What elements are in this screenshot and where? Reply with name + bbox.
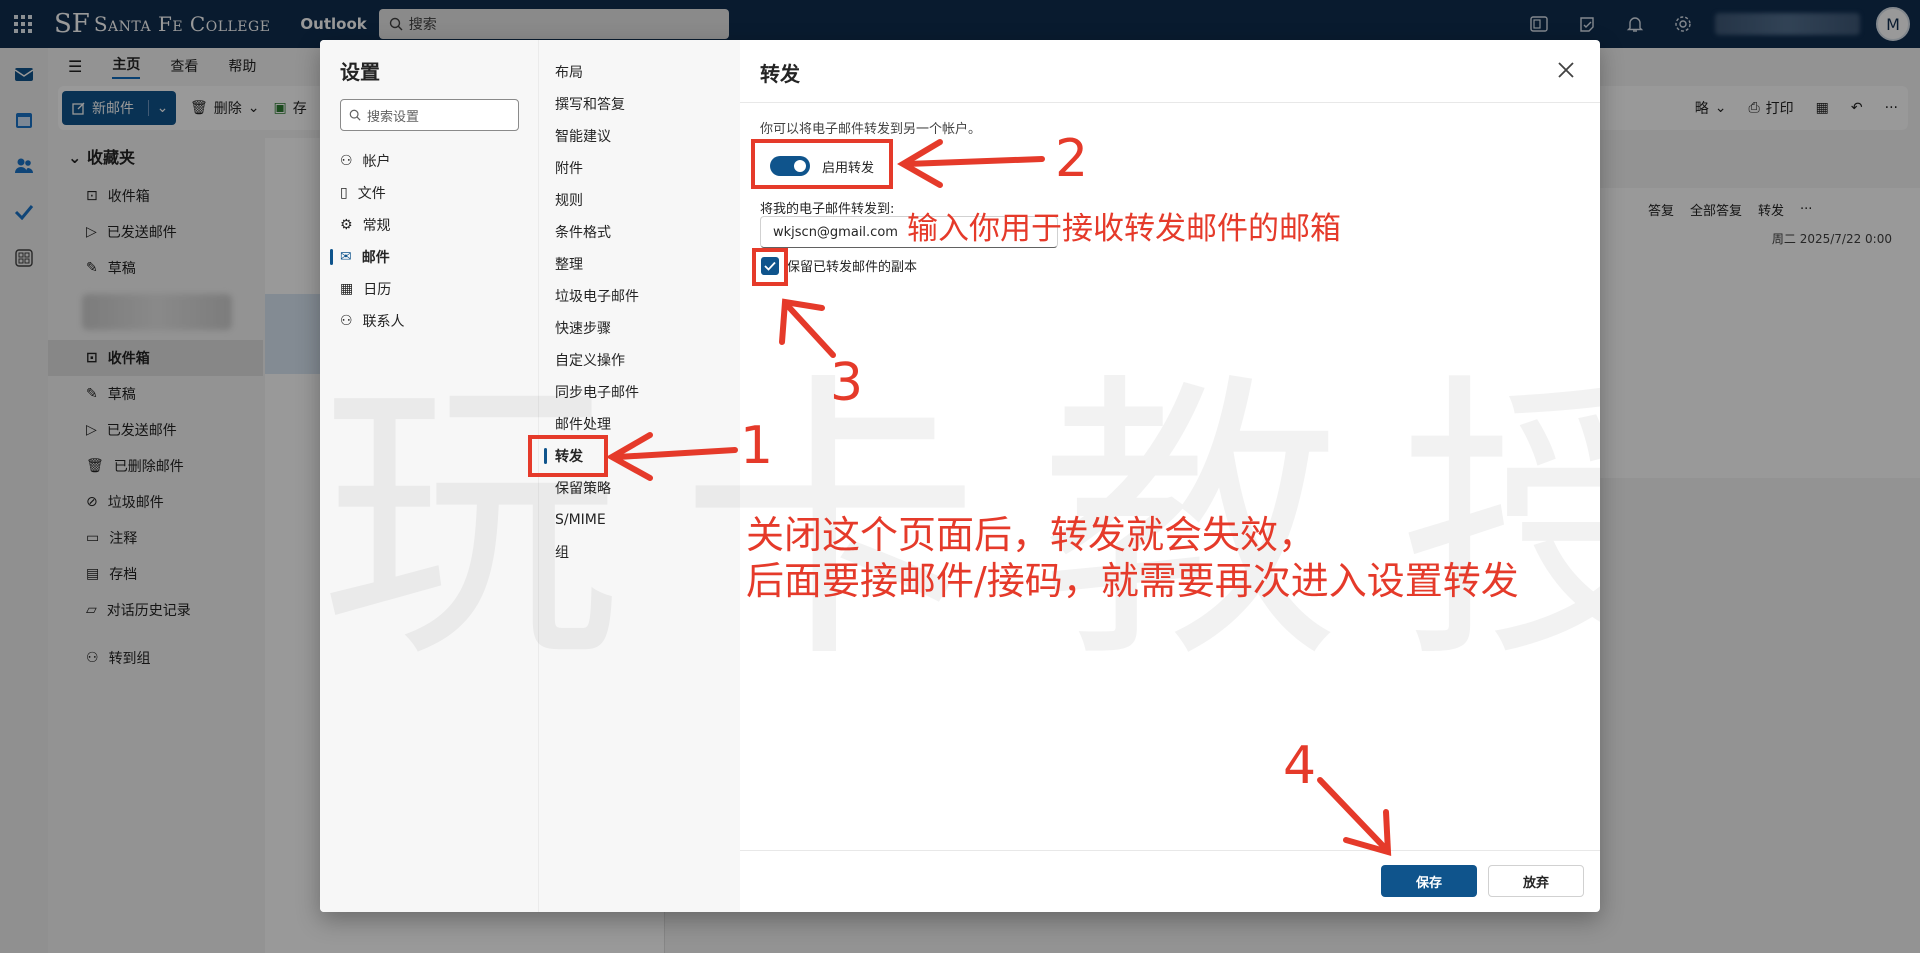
gear-icon: ⚙	[340, 217, 353, 233]
person-icon: ⚇	[340, 153, 353, 169]
category-general[interactable]: ⚙ 常规	[320, 209, 538, 241]
forward-to-value: wkjscn@gmail.com	[773, 224, 898, 240]
category-calendar[interactable]: ▦ 日历	[320, 273, 538, 305]
search-icon	[349, 109, 361, 121]
section-rules[interactable]: 规则	[539, 184, 740, 216]
section-groups[interactable]: 组	[539, 536, 740, 568]
category-contacts-label: 联系人	[362, 314, 405, 330]
forward-to-label: 将我的电子邮件转发到:	[760, 202, 895, 217]
category-general-label: 常规	[362, 218, 391, 234]
section-attachments[interactable]: 附件	[539, 152, 740, 184]
discard-button[interactable]: 放弃	[1488, 865, 1584, 897]
section-conditional-formatting[interactable]: 条件格式	[539, 216, 740, 248]
section-smart-suggestions[interactable]: 智能建议	[539, 120, 740, 152]
settings-search-placeholder: 搜索设置	[367, 109, 420, 125]
people-icon: ⚇	[340, 313, 353, 329]
forwarding-description: 你可以将电子邮件转发到另一个帐户。	[760, 122, 982, 137]
section-junk-email[interactable]: 垃圾电子邮件	[539, 280, 740, 312]
footer-divider	[740, 850, 1600, 851]
mail-icon: ✉	[340, 249, 352, 265]
section-smime[interactable]: S/MIME	[539, 504, 740, 536]
file-icon: ▯	[340, 185, 348, 201]
section-layout[interactable]: 布局	[539, 56, 740, 88]
section-custom-actions[interactable]: 自定义操作	[539, 344, 740, 376]
close-icon[interactable]	[1550, 54, 1582, 86]
annotation-step-4: 4	[1283, 736, 1317, 796]
category-account[interactable]: ⚇ 帐户	[320, 145, 538, 177]
save-button[interactable]: 保存	[1381, 865, 1477, 897]
annotation-box-toggle	[751, 139, 893, 189]
section-sync-email[interactable]: 同步电子邮件	[539, 376, 740, 408]
settings-search-input[interactable]: 搜索设置	[340, 99, 519, 131]
category-files[interactable]: ▯ 文件	[320, 177, 538, 209]
keep-copy-label: 保留已转发邮件的副本	[787, 260, 918, 275]
forwarding-title: 转发	[760, 62, 800, 86]
annotation-step-3: 3	[830, 353, 864, 413]
annotation-box-checkbox	[752, 248, 788, 286]
category-files-label: 文件	[357, 186, 386, 202]
category-mail[interactable]: ✉ 邮件	[320, 241, 538, 273]
category-mail-label: 邮件	[361, 250, 390, 266]
section-quick-steps[interactable]: 快速步骤	[539, 312, 740, 344]
calendar-icon: ▦	[340, 281, 354, 297]
annotation-step-2: 2	[1055, 129, 1089, 189]
settings-dialog: 设置 搜索设置 ⚇ 帐户 ▯ 文件 ⚙ 常规 ✉ 邮件 ▦ 日历 ⚇ 联系人 布局 撰写和答…	[320, 40, 1600, 912]
annotation-box-forwarding-nav	[528, 435, 608, 477]
section-compose-reply[interactable]: 撰写和答复	[539, 88, 740, 120]
annotation-email-hint: 输入你用于接收转发邮件的邮箱	[907, 211, 1341, 247]
category-account-label: 帐户	[362, 154, 391, 170]
settings-title: 设置	[340, 60, 380, 84]
annotation-note-line2: 后面要接邮件/接码，就需要再次进入设置转发	[746, 559, 1519, 603]
annotation-note-line1: 关闭这个页面后，转发就会失效，	[746, 513, 1317, 557]
header-divider	[740, 102, 1600, 103]
category-calendar-label: 日历	[363, 282, 392, 298]
category-contacts[interactable]: ⚇ 联系人	[320, 305, 538, 337]
annotation-step-1: 1	[740, 416, 774, 476]
settings-category-nav: 设置 搜索设置 ⚇ 帐户 ▯ 文件 ⚙ 常规 ✉ 邮件 ▦ 日历 ⚇ 联系人	[320, 40, 538, 912]
section-sweep[interactable]: 整理	[539, 248, 740, 280]
